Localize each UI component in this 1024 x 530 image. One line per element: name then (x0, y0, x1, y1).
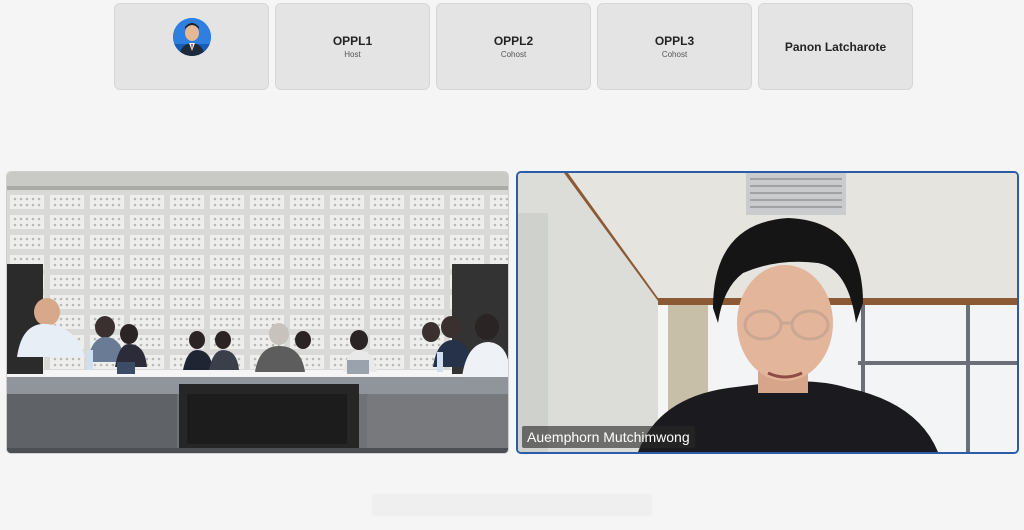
speaker-name-label: Auemphorn Mutchimwong (522, 426, 695, 448)
participant-name: Panon Latcharote (784, 39, 887, 54)
participant-role: Cohost (500, 50, 527, 59)
participant-name: OPPL1 (332, 34, 373, 48)
avatar-photo-icon (172, 17, 211, 56)
video-tile-conference-room[interactable] (6, 171, 509, 454)
bottom-toolbar-placeholder (372, 494, 652, 516)
meeting-stage: OPPL1 Host OPPL2 Cohost OPPL3 Cohost Pan… (0, 0, 1024, 530)
participant-name: OPPL3 (654, 34, 695, 48)
participant-name: OPPL2 (493, 34, 534, 48)
participant-role: Cohost (661, 50, 688, 59)
participant-avatar (172, 17, 211, 56)
participant-tile-panon[interactable]: Panon Latcharote (758, 3, 913, 90)
participant-tile-oppl3[interactable]: OPPL3 Cohost (597, 3, 752, 90)
participant-role: Host (344, 50, 361, 59)
participant-tile-oppl1[interactable]: OPPL1 Host (275, 3, 430, 90)
speaker-video (518, 173, 1017, 452)
video-tile-active-speaker[interactable]: Auemphorn Mutchimwong (516, 171, 1019, 454)
participant-tile-avatar[interactable] (114, 3, 269, 90)
participant-tile-oppl2[interactable]: OPPL2 Cohost (436, 3, 591, 90)
conference-room-video (7, 172, 508, 453)
participant-strip: OPPL1 Host OPPL2 Cohost OPPL3 Cohost Pan… (114, 3, 913, 90)
